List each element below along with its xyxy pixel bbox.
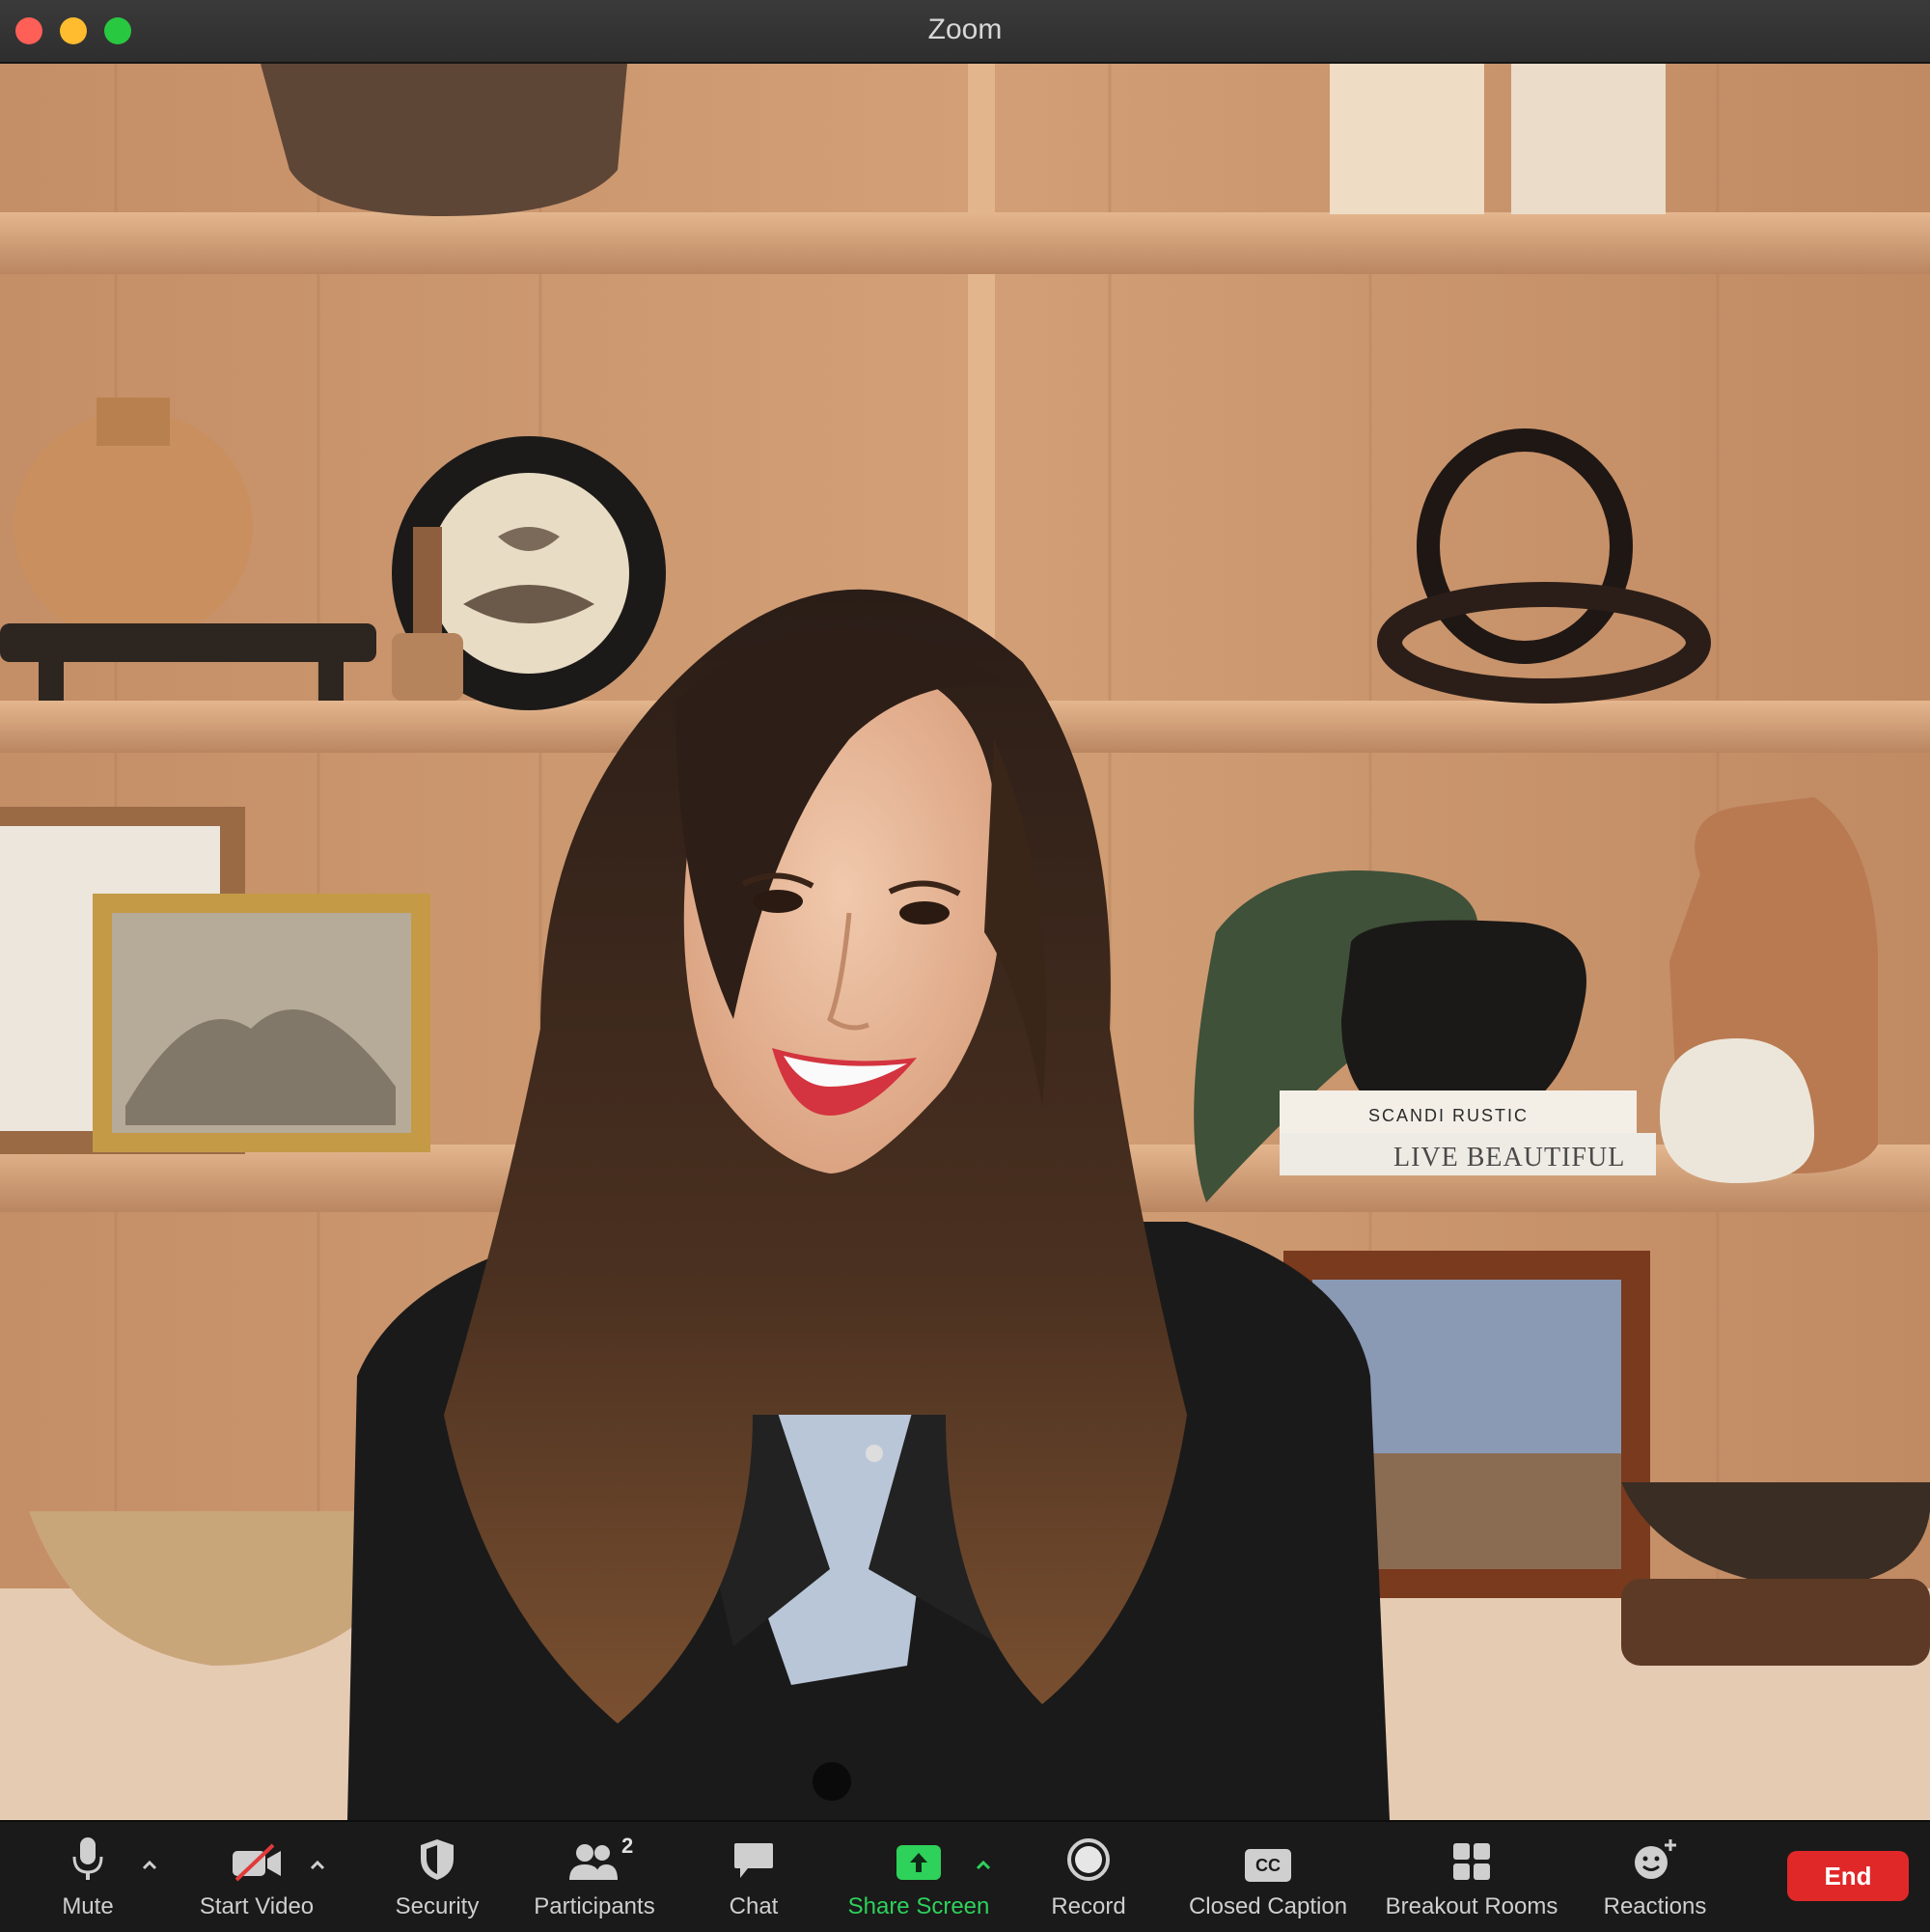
closed-caption-button[interactable]: CC Closed Caption — [1181, 1822, 1355, 1932]
end-meeting-button[interactable]: End — [1787, 1851, 1909, 1901]
caret-up-icon — [310, 1861, 325, 1870]
participants-count-badge: 2 — [621, 1834, 634, 1858]
video-options-caret[interactable] — [307, 1855, 328, 1876]
share-screen-icon — [896, 1845, 941, 1880]
caret-up-icon — [142, 1861, 157, 1870]
security-button[interactable]: Security — [384, 1822, 490, 1932]
start-video-label: Start Video — [199, 1893, 315, 1919]
reactions-button[interactable]: Reactions — [1594, 1822, 1716, 1932]
reactions-label: Reactions — [1603, 1893, 1707, 1919]
book-spine-live-beautiful: LIVE BEAUTIFUL — [1393, 1143, 1625, 1173]
breakout-rooms-button[interactable]: Breakout Rooms — [1382, 1822, 1561, 1932]
breakout-rooms-label: Breakout Rooms — [1385, 1893, 1558, 1919]
participants-icon — [569, 1844, 618, 1880]
microphone-icon — [72, 1837, 103, 1880]
share-screen-options-caret[interactable] — [973, 1855, 994, 1876]
video-feed: SCANDI RUSTIC LIVE BEAUTIFUL — [0, 64, 1930, 1820]
participants-button[interactable]: Participants — [527, 1822, 662, 1932]
virtual-background-scene: SCANDI RUSTIC LIVE BEAUTIFUL — [0, 64, 1930, 1820]
reactions-icon — [1635, 1839, 1676, 1879]
share-screen-label: Share Screen — [847, 1893, 990, 1919]
audio-options-caret[interactable] — [139, 1855, 160, 1876]
window-title: Zoom — [927, 14, 1003, 45]
shield-icon — [421, 1839, 454, 1880]
start-video-button[interactable]: Start Video — [189, 1822, 324, 1932]
mute-button[interactable]: Mute — [44, 1822, 131, 1932]
meeting-controls-toolbar: Mute Start Video Security Participants 2… — [0, 1820, 1930, 1932]
breakout-rooms-icon — [1453, 1843, 1490, 1880]
chat-bubble-icon — [734, 1843, 773, 1878]
mute-label: Mute — [62, 1893, 114, 1919]
book-spine-scandi-rustic: SCANDI RUSTIC — [1368, 1106, 1529, 1125]
participants-label: Participants — [534, 1893, 655, 1919]
share-screen-button[interactable]: Share Screen — [841, 1822, 996, 1932]
caret-up-icon — [976, 1861, 991, 1870]
chat-button[interactable]: Chat — [710, 1822, 797, 1932]
title-bar[interactable]: Zoom — [0, 0, 1930, 64]
record-label: Record — [1051, 1893, 1126, 1919]
video-off-icon — [233, 1843, 281, 1882]
chat-label: Chat — [729, 1893, 779, 1919]
closed-caption-label: Closed Caption — [1188, 1893, 1348, 1919]
cc-icon-text: CC — [1255, 1855, 1281, 1875]
zoom-window: Zoom SCANDI RUSTIC LIVE BEAUTIFUL Mute S… — [0, 0, 1930, 1932]
record-icon — [1067, 1838, 1110, 1881]
security-label: Security — [395, 1893, 480, 1919]
closed-caption-icon: CC — [1245, 1849, 1291, 1882]
record-button[interactable]: Record — [1040, 1822, 1137, 1932]
